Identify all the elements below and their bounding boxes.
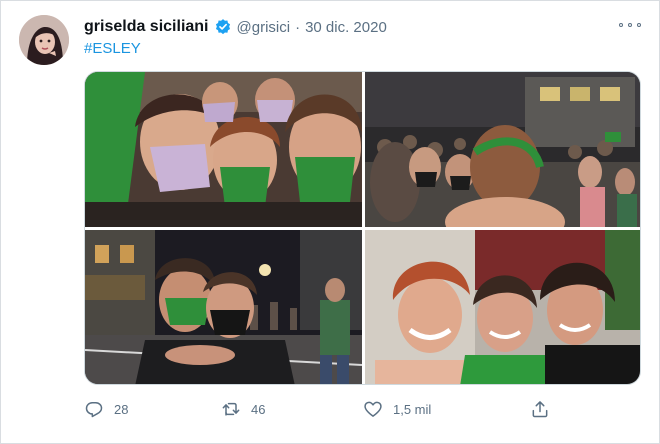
tweet-header: griselda siciliani @grisici · 30 dic. 20… — [84, 16, 387, 38]
retweet-count: 46 — [251, 401, 266, 417]
like-button[interactable]: 1,5 mil — [363, 397, 431, 421]
heart-icon — [364, 401, 382, 417]
like-count: 1,5 mil — [393, 401, 432, 417]
author-name[interactable]: griselda siciliani — [84, 18, 209, 36]
media-photo-3[interactable] — [85, 230, 362, 384]
reply-count: 28 — [114, 401, 129, 417]
tweet-actions: 28 46 1,5 mil — [84, 397, 564, 421]
author-avatar[interactable] — [19, 15, 69, 65]
media-grid — [84, 71, 641, 385]
hashtag-link[interactable]: #ESLEY — [84, 40, 141, 57]
separator-dot: · — [295, 18, 301, 36]
reply-icon — [85, 402, 103, 418]
verified-badge-icon — [214, 18, 232, 36]
author-handle[interactable]: @grisici — [237, 19, 291, 36]
reply-button[interactable]: 28 — [84, 397, 128, 421]
retweet-icon — [222, 402, 240, 416]
media-photo-2[interactable] — [365, 72, 640, 227]
media-photo-1[interactable] — [85, 72, 362, 227]
share-button[interactable] — [530, 397, 550, 421]
tweet-date[interactable]: 30 dic. 2020 — [305, 19, 387, 36]
avatar-image — [19, 15, 69, 65]
more-options-icon[interactable] — [619, 17, 641, 33]
media-photo-4[interactable] — [365, 230, 640, 384]
retweet-button[interactable]: 46 — [221, 397, 265, 421]
share-icon — [532, 401, 548, 418]
tweet-card: griselda siciliani @grisici · 30 dic. 20… — [0, 0, 660, 444]
